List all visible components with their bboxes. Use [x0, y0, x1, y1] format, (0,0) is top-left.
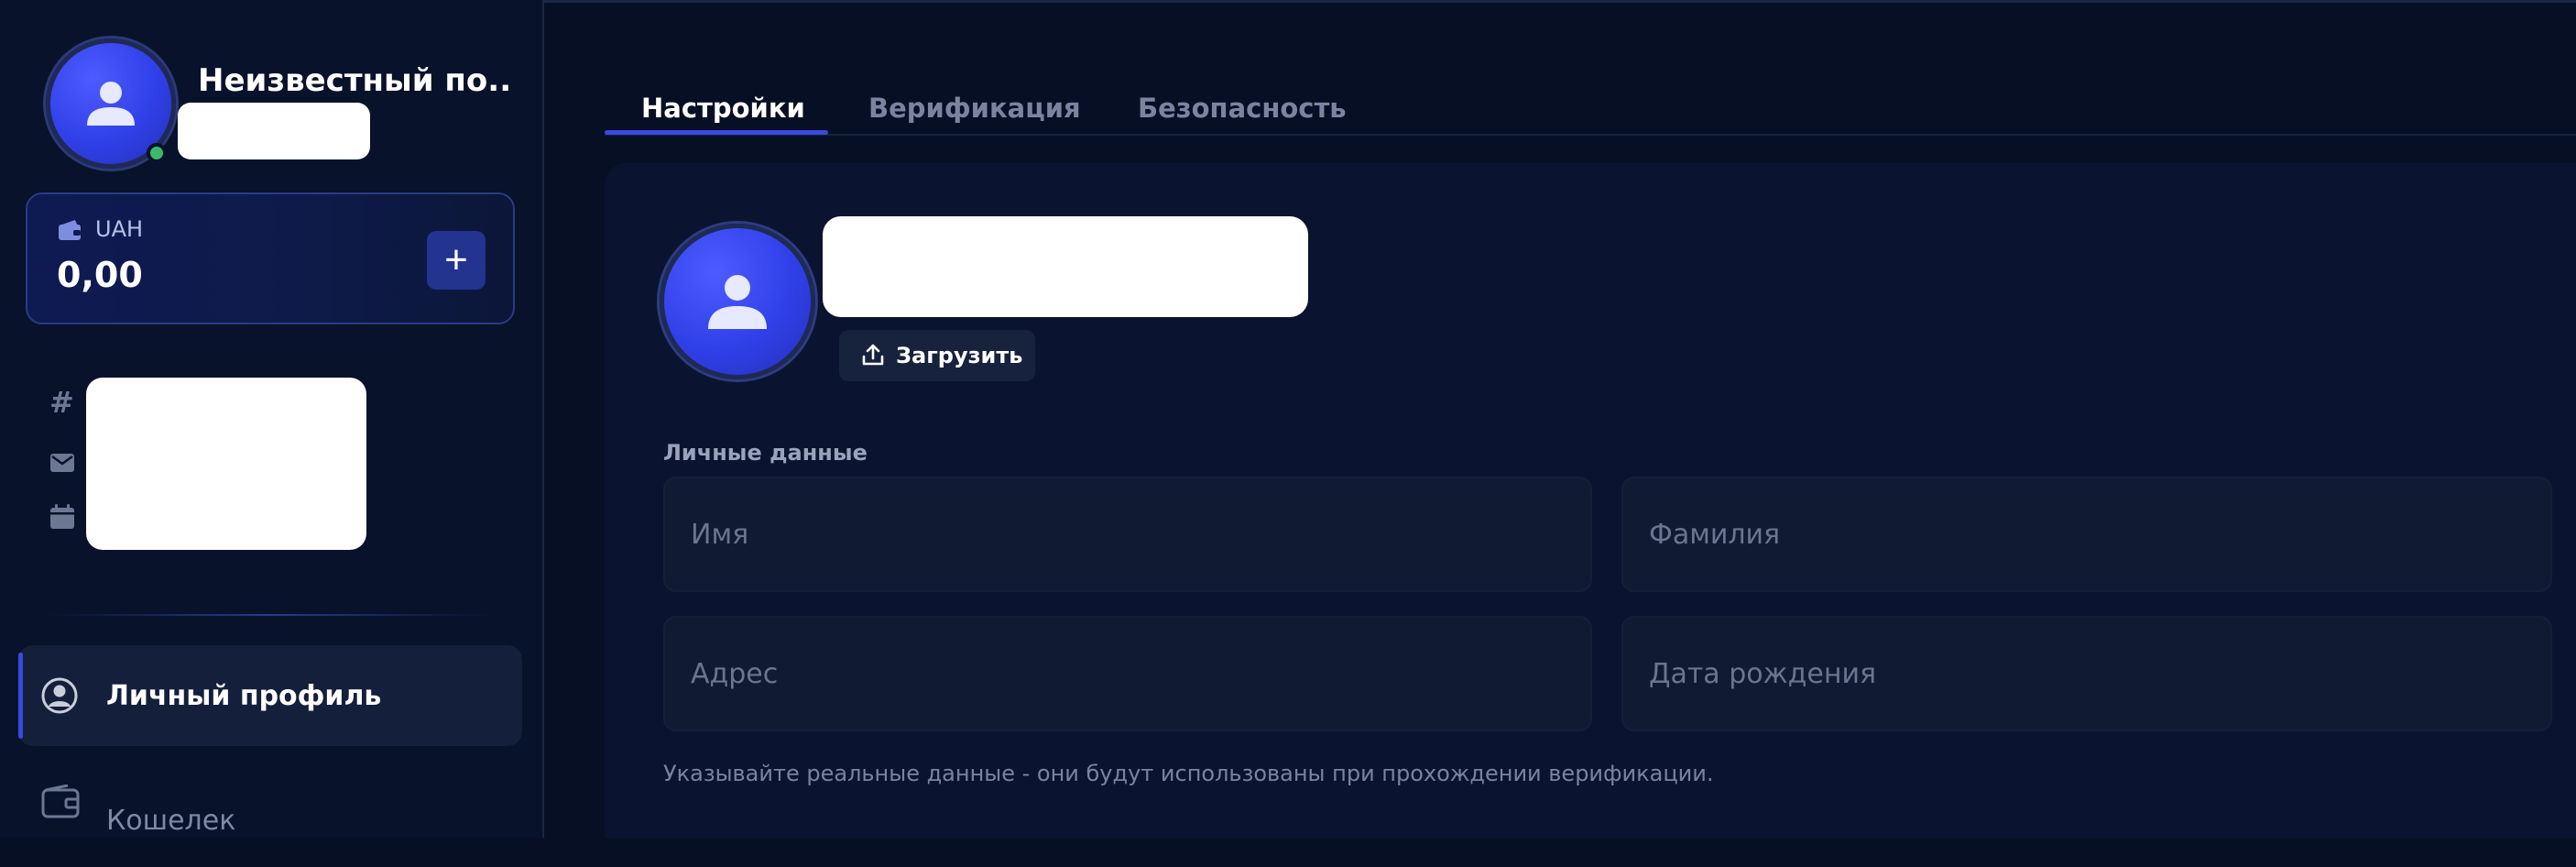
sidebar: Неизвестный по... UAH 0,00 + # Личный пр…: [0, 0, 544, 838]
user-icon: [708, 275, 767, 329]
mail-icon: [50, 454, 74, 472]
user-icon: [87, 82, 135, 126]
upload-label: Загрузить: [896, 343, 1023, 368]
redacted-display-name: [823, 216, 1308, 317]
wallet-currency: UAH: [95, 216, 144, 242]
section-title: Личные данные: [663, 440, 868, 466]
upload-photo-button[interactable]: Загрузить: [839, 330, 1035, 381]
wallet-card: UAH 0,00 +: [26, 192, 515, 324]
redacted-user-info: [86, 378, 366, 550]
address-field[interactable]: [663, 616, 1592, 731]
user-circle-icon: [41, 677, 78, 714]
add-funds-button[interactable]: +: [427, 231, 486, 290]
online-status-dot: [147, 143, 167, 163]
sidebar-item-label: Кошелек: [106, 805, 236, 837]
first-name-field[interactable]: [663, 477, 1592, 592]
verification-hint: Указывайте реальные данные - они будут и…: [663, 761, 1714, 786]
wallet-icon: [41, 785, 80, 818]
sidebar-divider: [46, 614, 495, 616]
sidebar-item-wallet[interactable]: Кошелек: [18, 766, 522, 867]
sidebar-item-label: Личный профиль: [106, 680, 382, 712]
sidebar-item-profile[interactable]: Личный профиль: [18, 645, 522, 746]
hash-icon: #: [49, 385, 74, 420]
tab-security[interactable]: Безопасность: [1138, 81, 1347, 136]
profile-name: Неизвестный по...: [198, 62, 509, 99]
tab-verification[interactable]: Верификация: [868, 81, 1081, 136]
calendar-icon: [50, 504, 74, 529]
redacted-username: [178, 103, 370, 159]
wallet-balance: 0,00: [57, 255, 143, 295]
active-tab-indicator: [605, 130, 828, 135]
wallet-icon: [59, 220, 81, 240]
last-name-field[interactable]: [1621, 477, 2552, 592]
tab-settings[interactable]: Настройки: [641, 81, 805, 136]
birth-date-field[interactable]: [1621, 616, 2552, 731]
profile-photo[interactable]: [660, 224, 815, 379]
upload-icon: [862, 344, 884, 366]
